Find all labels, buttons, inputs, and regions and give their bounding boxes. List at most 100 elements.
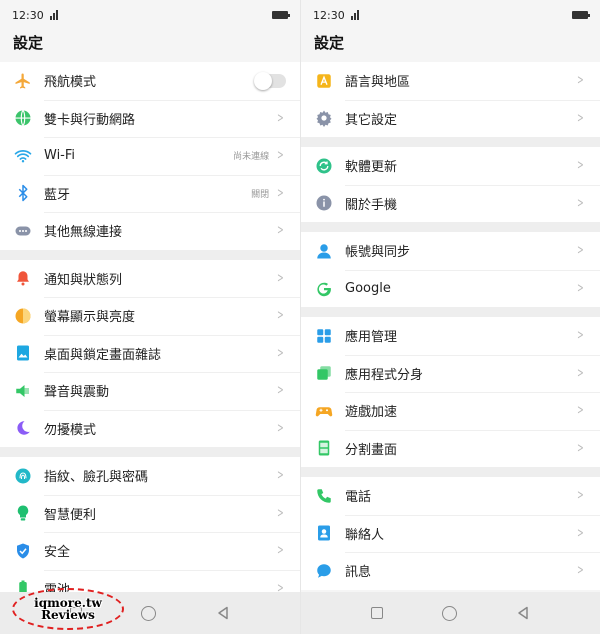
- chevron-right-icon: >: [277, 543, 284, 559]
- setting-notifications[interactable]: 通知與狀態列 >: [0, 260, 300, 298]
- setting-label: 軟體更新: [345, 160, 398, 176]
- setting-label: 螢幕顯示與亮度: [44, 310, 136, 326]
- setting-other-settings[interactable]: 其它設定 >: [301, 99, 600, 138]
- chevron-right-icon: >: [277, 223, 284, 239]
- setting-label: 智慧便利: [44, 507, 97, 523]
- info-icon: [314, 193, 334, 213]
- bluetooth-status-value: 關閉: [251, 189, 270, 200]
- setting-bluetooth[interactable]: 藍牙 關閉 >: [0, 174, 300, 213]
- speaker-icon: [13, 381, 33, 401]
- setting-google[interactable]: Google >: [301, 269, 600, 308]
- settings-group: 軟體更新 > 關於手機 >: [301, 147, 600, 222]
- chevron-right-icon: >: [577, 243, 584, 259]
- setting-label: 其它設定: [345, 112, 398, 128]
- setting-fingerprint-face-password[interactable]: 指紋、臉孔與密碼 >: [0, 457, 300, 495]
- setting-label: 指紋、臉孔與密碼: [44, 470, 149, 486]
- setting-about-phone[interactable]: 關於手機 >: [301, 184, 600, 223]
- group-divider: [301, 137, 600, 147]
- split-screen-icon: [314, 438, 334, 458]
- home-button[interactable]: [441, 605, 457, 621]
- settings-screen-right: 12:30 設定 語言與地區 > 其它設定 > 軟體更新 > 關於手機 > 帳號…: [301, 0, 600, 634]
- person-icon: [314, 241, 334, 261]
- chevron-right-icon: >: [577, 403, 584, 419]
- back-button[interactable]: [516, 606, 530, 620]
- signal-icon: [49, 10, 58, 20]
- setting-label: Wi-Fi: [44, 148, 76, 164]
- setting-app-management[interactable]: 應用管理 >: [301, 317, 600, 355]
- setting-label: 遊戲加速: [345, 405, 398, 421]
- setting-display-brightness[interactable]: 螢幕顯示與亮度 >: [0, 297, 300, 335]
- setting-label: 應用管理: [345, 330, 398, 346]
- setting-label: 其他無線連接: [44, 225, 123, 241]
- setting-wifi[interactable]: Wi-Fi 尚未連線 >: [0, 137, 300, 175]
- chevron-right-icon: >: [577, 525, 584, 541]
- setting-other-wireless[interactable]: 其他無線連接 >: [0, 212, 300, 250]
- setting-software-update[interactable]: 軟體更新 >: [301, 147, 600, 185]
- setting-label: 應用程式分身: [345, 367, 424, 383]
- page-title: 設定: [314, 34, 345, 52]
- chevron-right-icon: >: [277, 505, 284, 521]
- status-bar: 12:30: [0, 0, 300, 30]
- setting-label: 藍牙: [44, 187, 71, 203]
- grid-icon: [314, 326, 334, 346]
- status-time: 12:30: [12, 8, 44, 22]
- group-divider: [301, 467, 600, 477]
- setting-label: 聯絡人: [345, 527, 385, 543]
- setting-label: 電話: [345, 490, 372, 506]
- setting-account-sync[interactable]: 帳號與同步 >: [301, 232, 600, 270]
- setting-contacts[interactable]: 聯絡人 >: [301, 514, 600, 553]
- back-button[interactable]: [216, 606, 230, 620]
- setting-split-screen[interactable]: 分割畫面 >: [301, 429, 600, 468]
- page-title: 設定: [13, 34, 44, 52]
- phone-icon: [314, 486, 334, 506]
- setting-app-clone[interactable]: 應用程式分身 >: [301, 354, 600, 393]
- recent-apps-button[interactable]: [370, 607, 383, 619]
- chevron-right-icon: >: [277, 345, 284, 361]
- airplane-icon: [13, 71, 33, 91]
- app-clone-icon: [314, 363, 334, 383]
- setting-label: 關於手機: [345, 197, 398, 213]
- setting-wallpaper[interactable]: 桌面與鎖定畫面雜誌 >: [0, 334, 300, 373]
- globe-icon: [13, 108, 33, 128]
- moon-icon: [13, 418, 33, 438]
- chevron-right-icon: >: [577, 328, 584, 344]
- watermark-logo: iqmore.tw Reviews: [12, 588, 124, 630]
- setting-label: 雙卡與行動網路: [44, 112, 136, 128]
- airplane-mode-toggle[interactable]: [254, 71, 286, 90]
- navigation-bar: [301, 592, 600, 634]
- chevron-right-icon: >: [577, 365, 584, 381]
- setting-security[interactable]: 安全 >: [0, 532, 300, 570]
- setting-game-acceleration[interactable]: 遊戲加速 >: [301, 392, 600, 430]
- settings-list: 語言與地區 > 其它設定 > 軟體更新 > 關於手機 > 帳號與同步 > Goo…: [301, 62, 600, 590]
- setting-messages[interactable]: 訊息 >: [301, 552, 600, 590]
- shield-icon: [13, 541, 33, 561]
- setting-smart-convenience[interactable]: 智慧便利 >: [0, 494, 300, 533]
- setting-airplane-mode[interactable]: 飛航模式: [0, 62, 300, 100]
- contacts-icon: [314, 523, 334, 543]
- setting-phone[interactable]: 電話 >: [301, 477, 600, 515]
- settings-screen-left: 12:30 設定 飛航模式 雙卡與行動網路 > Wi-Fi 尚未連線 > 藍牙 …: [0, 0, 300, 634]
- bluetooth-icon: [13, 183, 33, 203]
- settings-group: 指紋、臉孔與密碼 > 智慧便利 > 安全 > 電池 >: [0, 457, 300, 607]
- lightbulb-icon: [13, 503, 33, 523]
- status-time: 12:30: [313, 8, 345, 22]
- settings-group: 飛航模式 雙卡與行動網路 > Wi-Fi 尚未連線 > 藍牙 關閉 > 其他無線…: [0, 62, 300, 250]
- setting-language-region[interactable]: 語言與地區 >: [301, 62, 600, 100]
- chevron-right-icon: >: [577, 73, 584, 89]
- brightness-icon: [13, 306, 33, 326]
- setting-do-not-disturb[interactable]: 勿擾模式 >: [0, 409, 300, 448]
- settings-group: 帳號與同步 > Google >: [301, 232, 600, 307]
- setting-label: 分割畫面: [345, 442, 398, 458]
- chevron-right-icon: >: [277, 383, 284, 399]
- chevron-right-icon: >: [277, 110, 284, 126]
- setting-dual-sim-network[interactable]: 雙卡與行動網路 >: [0, 99, 300, 138]
- chevron-right-icon: >: [577, 280, 584, 296]
- setting-label: 安全: [44, 545, 71, 561]
- setting-sound-vibration[interactable]: 聲音與震動 >: [0, 372, 300, 410]
- setting-label: 聲音與震動: [44, 385, 110, 401]
- group-divider: [301, 307, 600, 317]
- status-bar: 12:30: [301, 0, 600, 30]
- home-button[interactable]: [141, 605, 157, 621]
- setting-label: 通知與狀態列: [44, 272, 123, 288]
- chevron-right-icon: >: [277, 468, 284, 484]
